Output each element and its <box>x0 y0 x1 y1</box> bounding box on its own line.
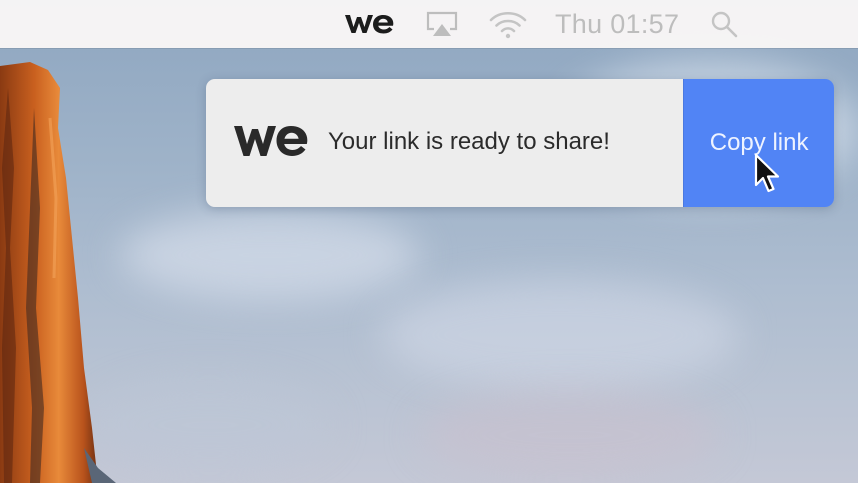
wallpaper-cliff <box>0 62 116 483</box>
wetransfer-logo-icon[interactable] <box>340 0 398 48</box>
notification-banner[interactable]: Your link is ready to share! Copy link <box>206 79 834 207</box>
notification-body[interactable]: Your link is ready to share! <box>206 79 684 207</box>
airplay-icon[interactable] <box>422 0 462 48</box>
arrow-cursor-icon <box>754 153 780 193</box>
wetransfer-logo-icon <box>234 126 308 156</box>
wifi-icon[interactable] <box>486 0 530 48</box>
cloud <box>380 280 740 390</box>
cloud <box>120 210 420 300</box>
desktop: Thu 01:57 Your link is ready to share! C… <box>0 0 858 483</box>
cloud <box>420 390 720 480</box>
spotlight-search-icon[interactable] <box>704 0 744 48</box>
menu-bar: Thu 01:57 <box>0 0 858 48</box>
notification-message: Your link is ready to share! <box>328 128 610 155</box>
menu-bar-clock[interactable]: Thu 01:57 <box>555 0 679 48</box>
cloud <box>90 380 330 470</box>
